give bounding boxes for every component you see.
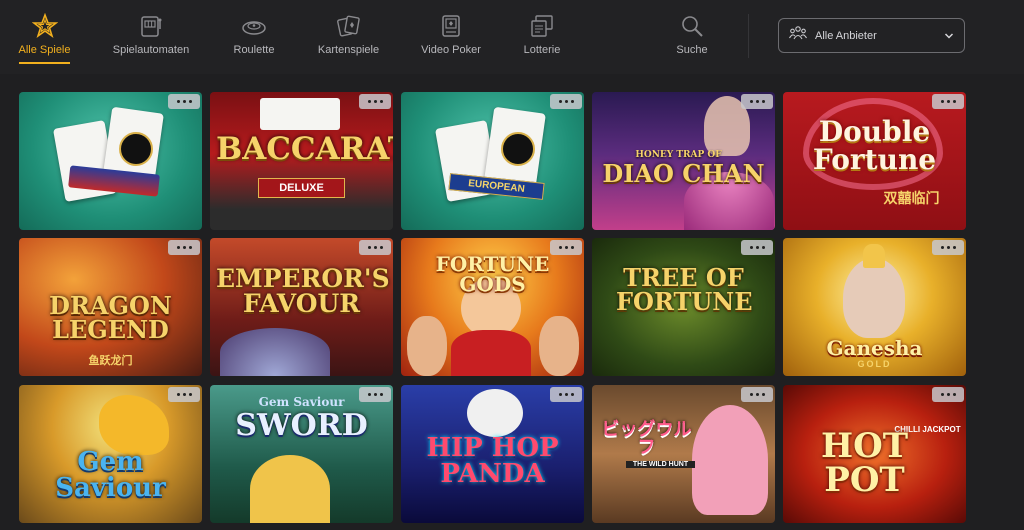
nav-label: Lotterie [523, 44, 561, 56]
game-title: ビッグウルフ [601, 419, 692, 458]
more-options-button[interactable] [168, 240, 200, 255]
nav-label: Suche [676, 44, 708, 56]
game-tile[interactable]: Ganesha GOLD [783, 238, 966, 376]
game-title: DRAGON LEGEND [49, 291, 172, 344]
game-tile[interactable]: CHILLI JACKPOT HOT POT [783, 385, 966, 523]
search-icon [678, 12, 706, 40]
game-tile[interactable]: EUROPEAN [401, 92, 584, 230]
game-tile[interactable]: BACCARAT DELUXE [210, 92, 393, 230]
more-options-button[interactable] [359, 94, 391, 109]
more-options-button[interactable] [932, 240, 964, 255]
game-tile[interactable]: FORTUNE GODS [401, 238, 584, 376]
game-title: HOT POT [820, 426, 909, 500]
game-tile[interactable]: ビッグウルフ THE WILD HUNT [592, 385, 775, 523]
lottery-icon [528, 12, 556, 40]
game-tile[interactable]: DRAGON LEGEND 鱼跃龙门 [19, 238, 202, 376]
nav-label: Spielautomaten [112, 44, 190, 56]
cards-icon [335, 12, 363, 40]
game-title: FORTUNE GODS [435, 252, 550, 296]
game-subtitle: 鱼跃龙门 [88, 355, 133, 367]
game-tile[interactable]: Gem Saviour SWORD [210, 385, 393, 523]
more-options-button[interactable] [359, 387, 391, 402]
game-title: HIP HOP PANDA [426, 433, 559, 489]
nav-all-games[interactable]: Alle Spiele [18, 12, 71, 70]
video-poker-icon [437, 12, 465, 40]
nav-card-games[interactable]: Kartenspiele [316, 12, 381, 70]
providers-icon [789, 25, 807, 46]
nav-divider [748, 14, 749, 58]
nav-video-poker[interactable]: Video Poker [421, 12, 481, 70]
more-options-button[interactable] [168, 387, 200, 402]
game-tile[interactable]: HIP HOP PANDA [401, 385, 584, 523]
nav-search[interactable]: Suche [676, 12, 708, 70]
game-title: Double Fortune [812, 115, 937, 176]
game-title: BACCARAT [216, 131, 393, 167]
top-navigation: Alle Spiele Spielautomaten Roulette Kart… [0, 0, 1024, 74]
provider-select-label: Alle Anbieter [815, 29, 877, 42]
game-title: Gem Saviour [55, 447, 166, 503]
more-options-button[interactable] [359, 240, 391, 255]
game-tile[interactable]: Double Fortune 双囍临门 [783, 92, 966, 230]
game-tile[interactable]: Gem Saviour [19, 385, 202, 523]
game-tile[interactable]: EMPEROR'S FAVOUR [210, 238, 393, 376]
more-options-button[interactable] [932, 94, 964, 109]
more-options-button[interactable] [741, 240, 773, 255]
nav-label: Video Poker [421, 44, 481, 56]
game-tile[interactable]: TREE OF FORTUNE [592, 238, 775, 376]
star-icon [31, 12, 59, 40]
nav-label: Alle Spiele [18, 44, 71, 56]
game-title: SWORD [235, 408, 368, 443]
chevron-down-icon [944, 27, 954, 45]
more-options-button[interactable] [550, 240, 582, 255]
game-subtitle: 双囍临门 [883, 190, 940, 206]
active-underline [19, 62, 70, 64]
more-options-button[interactable] [550, 94, 582, 109]
game-subtitle: THE WILD HUNT [626, 461, 695, 468]
nav-label: Kartenspiele [317, 44, 380, 56]
game-title: EMPEROR'S FAVOUR [216, 264, 390, 318]
game-title: DIAO CHAN [602, 159, 765, 188]
game-subtitle: DELUXE [258, 178, 345, 198]
more-options-button[interactable] [168, 94, 200, 109]
nav-roulette[interactable]: Roulette [232, 12, 276, 70]
provider-select[interactable]: Alle Anbieter [778, 18, 965, 53]
more-options-button[interactable] [932, 387, 964, 402]
nav-label: Roulette [233, 44, 275, 56]
game-title: Ganesha [826, 336, 923, 360]
more-options-button[interactable] [550, 387, 582, 402]
roulette-icon [240, 12, 268, 40]
game-tile[interactable] [19, 92, 202, 230]
game-title: TREE OF FORTUNE [616, 263, 753, 316]
game-tile[interactable]: HONEY TRAP OF DIAO CHAN [592, 92, 775, 230]
nav-slots[interactable]: Spielautomaten [110, 12, 192, 70]
slot-machine-icon [137, 12, 165, 40]
more-options-button[interactable] [741, 94, 773, 109]
nav-lottery[interactable]: Lotterie [521, 12, 563, 70]
game-subtitle: GOLD [857, 359, 892, 369]
more-options-button[interactable] [741, 387, 773, 402]
